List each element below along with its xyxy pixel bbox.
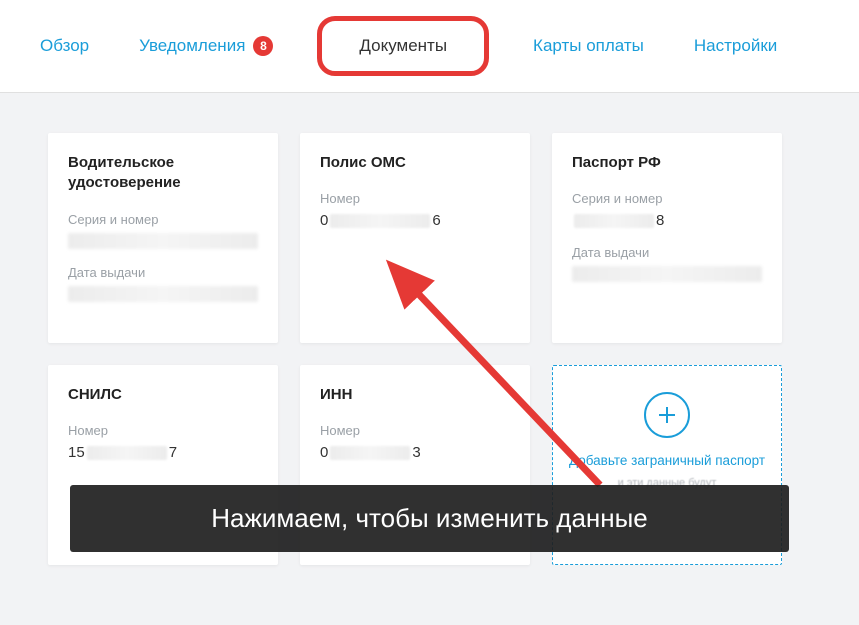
card-title: Водительское удостоверение xyxy=(68,153,258,194)
card-title: ИНН xyxy=(320,385,510,405)
card-title: Полис ОМС xyxy=(320,153,510,173)
plus-icon xyxy=(644,392,690,438)
tab-documents-label: Документы xyxy=(359,36,447,56)
tab-payment-cards[interactable]: Карты оплаты xyxy=(533,36,644,56)
field-label-number: Номер xyxy=(320,191,510,206)
number-prefix: 15 xyxy=(68,444,85,461)
redacted-value xyxy=(68,233,258,249)
instruction-caption: Нажимаем, чтобы изменить данные xyxy=(70,485,789,552)
field-value-series xyxy=(68,233,258,249)
field-label-number: Номер xyxy=(68,423,258,438)
field-label-number: Номер xyxy=(320,423,510,438)
field-value-number: 15 7 xyxy=(68,444,258,461)
tab-settings[interactable]: Настройки xyxy=(694,36,777,56)
notifications-badge: 8 xyxy=(253,36,273,56)
tab-payment-cards-label: Карты оплаты xyxy=(533,36,644,56)
series-suffix: 8 xyxy=(656,212,664,229)
add-card-title: Добавьте заграничный паспорт xyxy=(569,452,765,470)
redacted-value xyxy=(330,446,410,460)
number-suffix: 3 xyxy=(412,444,420,461)
redacted-value xyxy=(87,446,167,460)
field-label-series: Серия и номер xyxy=(572,191,762,206)
tab-documents[interactable]: Документы xyxy=(323,22,483,70)
field-value-issued xyxy=(572,266,762,282)
tabs-bar: Обзор Уведомления 8 Документы Карты опла… xyxy=(0,0,859,93)
tab-overview-label: Обзор xyxy=(40,36,89,56)
number-prefix: 0 xyxy=(320,212,328,229)
redacted-value xyxy=(68,286,258,302)
card-title: СНИЛС xyxy=(68,385,258,405)
tab-notifications-label: Уведомления xyxy=(139,36,245,56)
card-title: Паспорт РФ xyxy=(572,153,762,173)
number-suffix: 6 xyxy=(432,212,440,229)
tab-notifications[interactable]: Уведомления 8 xyxy=(139,36,273,56)
redacted-value xyxy=(572,266,762,282)
field-value-series: 8 xyxy=(572,212,762,229)
field-label-issued: Дата выдачи xyxy=(572,245,762,260)
card-driver-license[interactable]: Водительское удостоверение Серия и номер… xyxy=(48,133,278,343)
redacted-value xyxy=(330,214,430,228)
redacted-value xyxy=(574,214,654,228)
field-label-series: Серия и номер xyxy=(68,212,258,227)
field-value-number: 03 xyxy=(320,444,510,461)
field-label-issued: Дата выдачи xyxy=(68,265,258,280)
field-value-number: 06 xyxy=(320,212,510,229)
tab-overview[interactable]: Обзор xyxy=(40,36,89,56)
number-prefix: 0 xyxy=(320,444,328,461)
number-suffix: 7 xyxy=(169,444,177,461)
tab-settings-label: Настройки xyxy=(694,36,777,56)
card-oms[interactable]: Полис ОМС Номер 06 xyxy=(300,133,530,343)
card-passport-rf[interactable]: Паспорт РФ Серия и номер 8 Дата выдачи xyxy=(552,133,782,343)
field-value-issued xyxy=(68,286,258,302)
